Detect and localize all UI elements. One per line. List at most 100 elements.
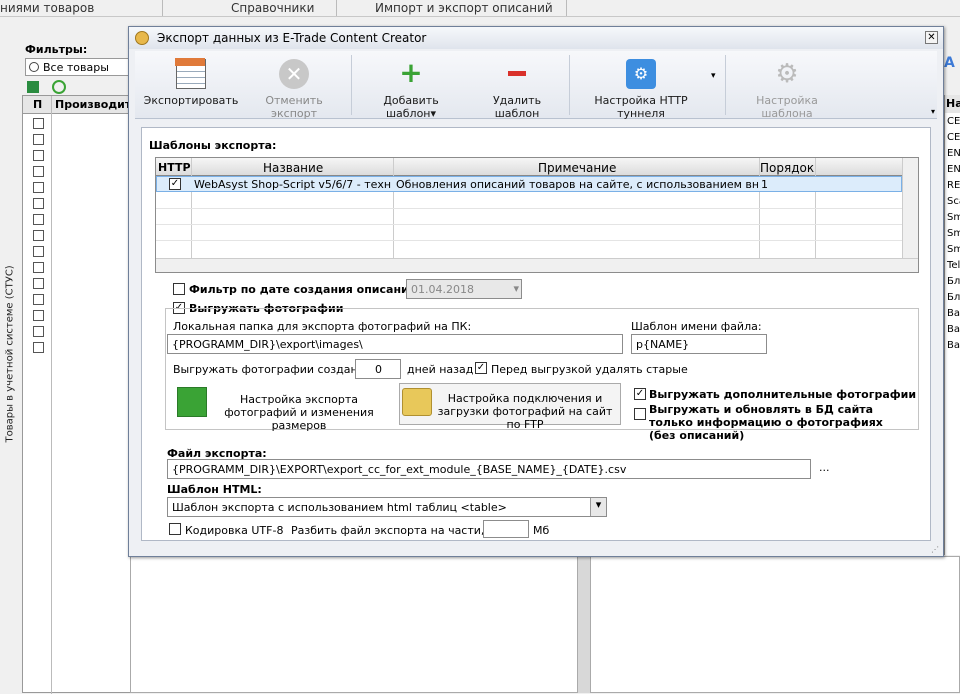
right-grid-cell: CE [947, 132, 960, 143]
menu-separator [336, 0, 337, 16]
products-grid: П Производите [22, 95, 139, 694]
grid-header: П Производите [23, 96, 139, 114]
grid-row-checkbox[interactable] [33, 182, 44, 193]
spreadsheet-icon [175, 58, 206, 89]
right-grid-cell: EN [947, 148, 960, 159]
left-side-panel: Товары в учетной системе (СТУС) [0, 17, 20, 693]
menu-item-goods[interactable]: ниями товаров [0, 1, 94, 15]
utf8-checkbox[interactable] [169, 523, 181, 535]
chevron-down-icon: ▾ [513, 282, 519, 295]
menu-item-import-export[interactable]: Импорт и экспорт описаний [375, 1, 553, 15]
horizontal-scrollbar[interactable] [156, 258, 918, 272]
gear-icon: ⚙ [775, 59, 799, 89]
main-menu-bar: ниями товаров Справочники Импорт и экспо… [0, 0, 960, 17]
tunnel-icon: ⚙ [626, 59, 656, 89]
grid-row-checkbox[interactable] [33, 294, 44, 305]
local-folder-input[interactable]: {PROGRAMM_DIR}\export\images\ [167, 334, 623, 354]
resize-grip-icon[interactable]: ⋰ [931, 545, 939, 554]
col-manufacturer: Производите [55, 98, 139, 111]
cancel-icon: ✕ [279, 59, 309, 89]
grid-row-checkbox[interactable] [33, 118, 44, 129]
cancel-export-button[interactable]: ✕ Отменить экспорт [242, 59, 346, 120]
http-tunnel-button[interactable]: ⚙ Настройка HTTP туннеля [573, 59, 709, 120]
days-spinner[interactable]: 0 [355, 359, 401, 379]
col-name[interactable]: Название [263, 161, 323, 175]
grid-row-checkbox[interactable] [33, 310, 44, 321]
col-http[interactable]: HTTP [158, 161, 191, 174]
bottom-grid-right [590, 556, 960, 693]
table-row[interactable]: ✓ WebAsyst Shop-Script v5/6/7 - техн. о … [156, 176, 902, 192]
export-file-input[interactable]: {PROGRAMM_DIR}\EXPORT\export_cc_for_ext_… [167, 459, 811, 479]
toolbar-overflow-icon[interactable]: ▾ [931, 107, 935, 116]
delete-old-checkbox[interactable]: ✓ [475, 362, 487, 374]
menu-item-directories[interactable]: Справочники [231, 1, 314, 15]
grid-row-checkbox[interactable] [33, 230, 44, 241]
photo-export-settings-button[interactable]: Настройка экспорта фотографий и изменени… [175, 385, 391, 432]
grid-row-checkbox[interactable] [33, 326, 44, 337]
col-note[interactable]: Примечание [538, 161, 616, 175]
date-picker[interactable]: 01.04.2018 ▾ [406, 279, 522, 299]
bottom-grid-left [130, 556, 578, 693]
plus-icon: + [399, 56, 423, 89]
row-note: Обновления описаний товаров на сайте, с … [396, 178, 758, 191]
export-label: Экспортировать [143, 94, 239, 107]
date-filter-checkbox[interactable] [173, 283, 185, 295]
photo-export-settings-label: Настройка экспорта фотографий и изменени… [224, 393, 374, 432]
radio-all-goods[interactable] [29, 62, 39, 72]
ftp-settings-button[interactable]: Настройка подключения и загрузки фотогра… [399, 383, 621, 431]
menu-separator [566, 0, 567, 16]
template-settings-button[interactable]: ⚙ Настройка шаблона [729, 59, 845, 120]
grid-row-checkbox[interactable] [33, 278, 44, 289]
grid-row-checkbox[interactable] [33, 198, 44, 209]
vertical-scrollbar[interactable] [902, 158, 918, 258]
update-info-checkbox[interactable] [634, 408, 646, 420]
extra-photos-label: Выгружать дополнительные фотографии [649, 388, 917, 401]
refresh-icon[interactable] [52, 80, 66, 94]
update-info-label: Выгружать и обновлять в БД сайта только … [649, 403, 883, 442]
right-grid-cell: Ва [947, 340, 960, 351]
right-grid-cell: CE [947, 116, 960, 127]
extra-photos-checkbox[interactable]: ✓ [634, 388, 646, 400]
chevron-down-icon: ▾ [430, 107, 437, 120]
close-icon[interactable]: ✕ [925, 31, 938, 44]
grid-row-checkbox[interactable] [33, 166, 44, 177]
html-template-select[interactable]: Шаблон экспорта с использованием html та… [167, 497, 607, 517]
grid-row-checkbox[interactable] [33, 342, 44, 353]
add-template-button[interactable]: + Добавить шаблон▾ [357, 56, 465, 121]
right-grid-cell: RE [947, 180, 960, 191]
grid-splitter[interactable] [578, 556, 590, 693]
html-template-value: Шаблон экспорта с использованием html та… [172, 501, 507, 514]
http-checkbox[interactable]: ✓ [169, 178, 181, 190]
export-button[interactable]: Экспортировать [143, 58, 239, 107]
grid-row-checkbox[interactable] [33, 246, 44, 257]
delete-template-button[interactable]: Удалить шаблон [469, 59, 565, 120]
expand-icon[interactable] [27, 81, 39, 93]
grid-col-divider [51, 96, 52, 694]
browse-button[interactable]: ... [819, 461, 830, 474]
grid-row-checkbox[interactable] [33, 150, 44, 161]
created-label: Выгружать фотографии созданные [173, 363, 381, 376]
grid-row-checkbox[interactable] [33, 262, 44, 273]
grid-row-checkbox[interactable] [33, 134, 44, 145]
grid-row-checkbox[interactable] [33, 214, 44, 225]
toolbar-separator [351, 55, 352, 115]
font-icon[interactable]: A [944, 55, 960, 75]
resize-icon [177, 387, 207, 417]
menu-separator [162, 0, 163, 16]
filename-template-input[interactable]: p{NAME} [631, 334, 767, 354]
right-grid-cell: EN [947, 164, 960, 175]
filename-template-label: Шаблон имени файла: [631, 320, 762, 333]
right-grid-cell: Бл [947, 292, 960, 303]
split-label: Разбить файл экспорта на части, по: [291, 524, 506, 537]
right-grid-header: На [945, 95, 960, 113]
http-tunnel-label: Настройка HTTP туннеля [594, 94, 688, 120]
right-grid-cell: Sca [947, 196, 960, 207]
app-icon [135, 31, 149, 45]
utf8-label: Кодировка UTF-8 [185, 524, 284, 537]
chevron-down-icon[interactable]: ▾ [711, 71, 716, 81]
template-settings-label: Настройка шаблона [756, 94, 818, 120]
days-label: дней назад [407, 363, 474, 376]
col-order[interactable]: Порядок [760, 161, 814, 175]
split-size-input[interactable] [483, 520, 529, 538]
dialog-titlebar: Экспорт данных из E-Trade Content Creato… [129, 27, 943, 49]
